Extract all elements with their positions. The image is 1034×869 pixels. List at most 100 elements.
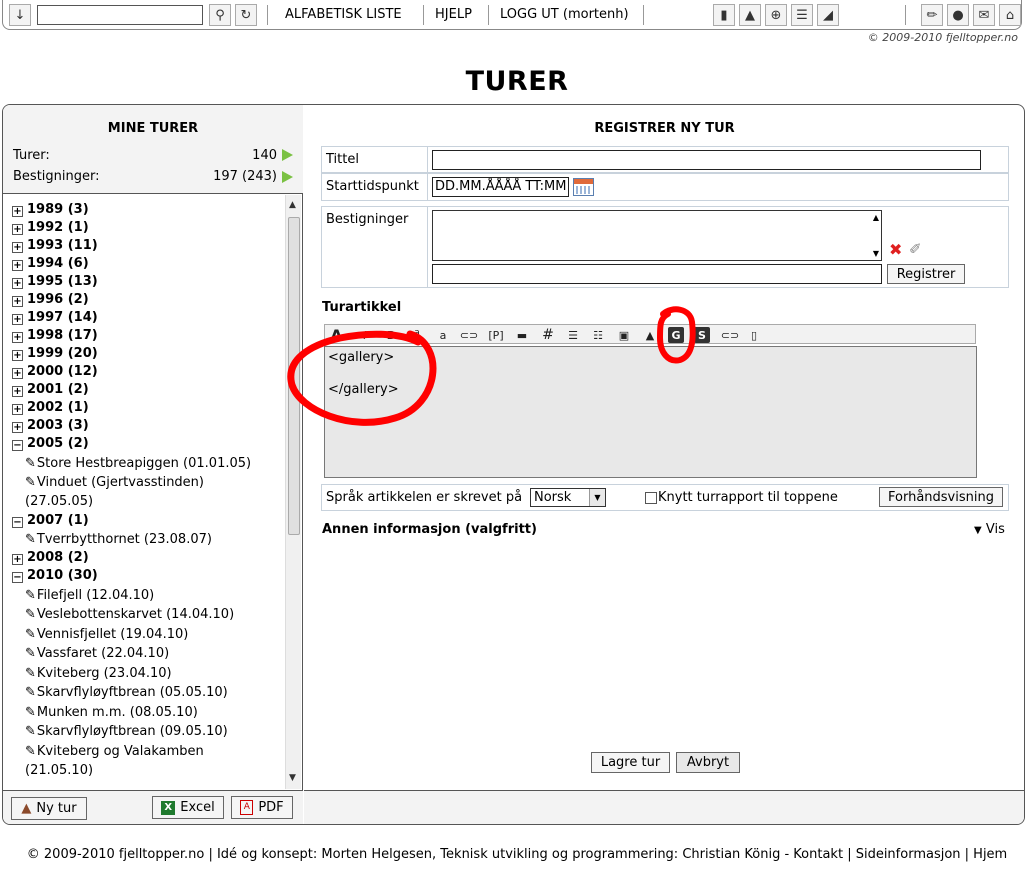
expand-icon[interactable]: +: [12, 368, 23, 379]
text-color-icon[interactable]: A: [328, 326, 345, 345]
tree-trip[interactable]: ✎Vassfaret (22.04.10): [25, 644, 169, 663]
collapse-icon[interactable]: −: [12, 440, 23, 451]
paragraph-icon[interactable]: [P]: [485, 327, 507, 343]
ny-tur-button[interactable]: ▲ Ny tur: [11, 797, 87, 820]
expand-icon[interactable]: +: [12, 554, 23, 565]
tree-year[interactable]: +1997 (14): [12, 310, 98, 328]
tree-trip[interactable]: ✎Skarvflyløyftbrean (05.05.10): [25, 683, 228, 702]
delete-icon[interactable]: ✖: [889, 240, 902, 259]
boot-icon[interactable]: ◢: [817, 4, 839, 26]
download-icon[interactable]: ↓: [9, 4, 31, 26]
bestigninger-arrow-icon[interactable]: [282, 171, 293, 183]
scroll-up-icon[interactable]: ▲: [289, 200, 296, 210]
tree-trip[interactable]: ✎Munken m.m. (08.05.10): [25, 703, 198, 722]
expand-icon[interactable]: +: [12, 242, 23, 253]
mail-icon[interactable]: ✉: [973, 4, 995, 26]
bestigning-search-input[interactable]: [432, 264, 882, 284]
tree-year[interactable]: +1999 (20): [12, 346, 98, 364]
gallery-icon[interactable]: G: [668, 327, 684, 343]
language-select[interactable]: Norsk ▼: [530, 488, 606, 507]
superscript-icon[interactable]: a: [411, 325, 423, 341]
expand-icon[interactable]: +: [12, 314, 23, 325]
tree-year[interactable]: +1989 (3): [12, 202, 89, 220]
expand-icon[interactable]: +: [12, 404, 23, 415]
expand-icon[interactable]: +: [12, 260, 23, 271]
tree-trip[interactable]: ✎Store Hestbreapiggen (01.01.05): [25, 454, 251, 473]
tree-trip[interactable]: ✎Kviteberg (23.04.10): [25, 664, 172, 683]
tittel-input[interactable]: [432, 150, 981, 170]
calendar-icon[interactable]: [573, 178, 594, 196]
expand-icon[interactable]: +: [12, 224, 23, 235]
chevron-down-icon[interactable]: ▼: [589, 489, 605, 506]
pin-icon[interactable]: ✏: [921, 4, 943, 26]
collapse-icon[interactable]: −: [12, 572, 23, 583]
horizontal-rule-icon[interactable]: ▬: [512, 327, 532, 343]
italic-icon[interactable]: I: [359, 327, 371, 343]
tree-year[interactable]: +1998 (17): [12, 328, 98, 346]
expand-icon[interactable]: +: [12, 386, 23, 397]
mountain-link-icon[interactable]: ▲: [642, 327, 658, 343]
tree-year[interactable]: +2008 (2): [12, 550, 89, 568]
collapse-icon[interactable]: −: [12, 517, 23, 528]
expand-icon[interactable]: +: [12, 206, 23, 217]
book-icon[interactable]: ▮: [713, 4, 735, 26]
tree-trip-continuation[interactable]: (21.05.10): [25, 761, 93, 780]
bullet-list-icon[interactable]: ☰: [564, 327, 582, 343]
expand-icon[interactable]: +: [12, 350, 23, 361]
registrer-button[interactable]: Registrer: [887, 264, 965, 284]
bold-icon[interactable]: B: [385, 327, 397, 343]
avbryt-button[interactable]: Avbryt: [676, 752, 740, 773]
expand-icon[interactable]: +: [12, 332, 23, 343]
tree-trip[interactable]: ✎Skarvflyløyftbrean (09.05.10): [25, 722, 228, 741]
tree-year[interactable]: +2000 (12): [12, 364, 98, 382]
tree-year[interactable]: +1992 (1): [12, 220, 89, 238]
scroll-down-icon[interactable]: ▼: [289, 773, 296, 783]
subscript-icon[interactable]: a: [437, 327, 449, 343]
tree-trip[interactable]: ✎Kviteberg og Valakamben: [25, 742, 204, 761]
globe-icon[interactable]: ●: [947, 4, 969, 26]
tree-year[interactable]: +2001 (2): [12, 382, 89, 400]
tree-year[interactable]: −2007 (1): [12, 513, 89, 531]
tree-year[interactable]: +2003 (3): [12, 418, 89, 436]
globe-plus-icon[interactable]: ⊕: [765, 4, 787, 26]
bestigninger-list[interactable]: ▲ ▼: [432, 210, 882, 261]
tree-year[interactable]: +1995 (13): [12, 274, 98, 292]
scroll-thumb[interactable]: [288, 217, 300, 535]
table-icon[interactable]: #: [537, 327, 559, 343]
link-icon[interactable]: ⊂⊃: [459, 327, 479, 343]
tree-trip[interactable]: ✎Vinduet (Gjertvasstinden): [25, 473, 204, 492]
list-scroll-up-icon[interactable]: ▲: [873, 213, 879, 222]
tree-year[interactable]: +1996 (2): [12, 292, 89, 310]
pin-icon[interactable]: ✐: [909, 240, 922, 258]
list-icon[interactable]: ☰: [791, 4, 813, 26]
turer-arrow-icon[interactable]: [282, 149, 293, 161]
tree-trip[interactable]: ✎Tverrbytthornet (23.08.07): [25, 530, 212, 549]
search-icon[interactable]: ⚲: [209, 4, 231, 26]
expand-icon[interactable]: +: [12, 296, 23, 307]
annen-informasjon-label[interactable]: Annen informasjon (valgfritt): [322, 522, 537, 537]
pdf-button[interactable]: A PDF: [231, 796, 293, 819]
tree-scrollbar[interactable]: ▲ ▼: [285, 195, 301, 789]
summit-icon[interactable]: S: [694, 327, 710, 343]
list-scroll-down-icon[interactable]: ▼: [873, 249, 879, 258]
expand-icon[interactable]: +: [12, 422, 23, 433]
tree-trip[interactable]: ✎Filefjell (12.04.10): [25, 586, 154, 605]
numbered-list-icon[interactable]: ☷: [589, 327, 607, 343]
tree-year[interactable]: +1993 (11): [12, 238, 98, 256]
link-hjelp[interactable]: HJELP: [435, 7, 472, 22]
tree-year[interactable]: −2005 (2): [12, 436, 89, 454]
tree-trip-continuation[interactable]: (27.05.05): [25, 492, 93, 511]
tree-trip[interactable]: ✎Vennisfjellet (19.04.10): [25, 625, 188, 644]
tree-year[interactable]: +2002 (1): [12, 400, 89, 418]
tree-year[interactable]: −2010 (30): [12, 568, 98, 586]
knytt-checkbox[interactable]: [645, 492, 657, 504]
lagre-tur-button[interactable]: Lagre tur: [591, 752, 670, 773]
starttidspunkt-input[interactable]: DD.MM.ÅÅÅÅ TT:MM: [432, 177, 569, 197]
tree-year[interactable]: +1994 (6): [12, 256, 89, 274]
home-icon[interactable]: ⌂: [999, 4, 1021, 26]
excel-button[interactable]: X Excel: [152, 796, 224, 819]
preview-button[interactable]: Forhåndsvisning: [879, 487, 1003, 507]
unlink-icon[interactable]: ⊂⊃: [720, 327, 740, 343]
article-editor[interactable]: <gallery> </gallery>: [324, 346, 977, 478]
refresh-icon[interactable]: ↻: [235, 4, 257, 26]
